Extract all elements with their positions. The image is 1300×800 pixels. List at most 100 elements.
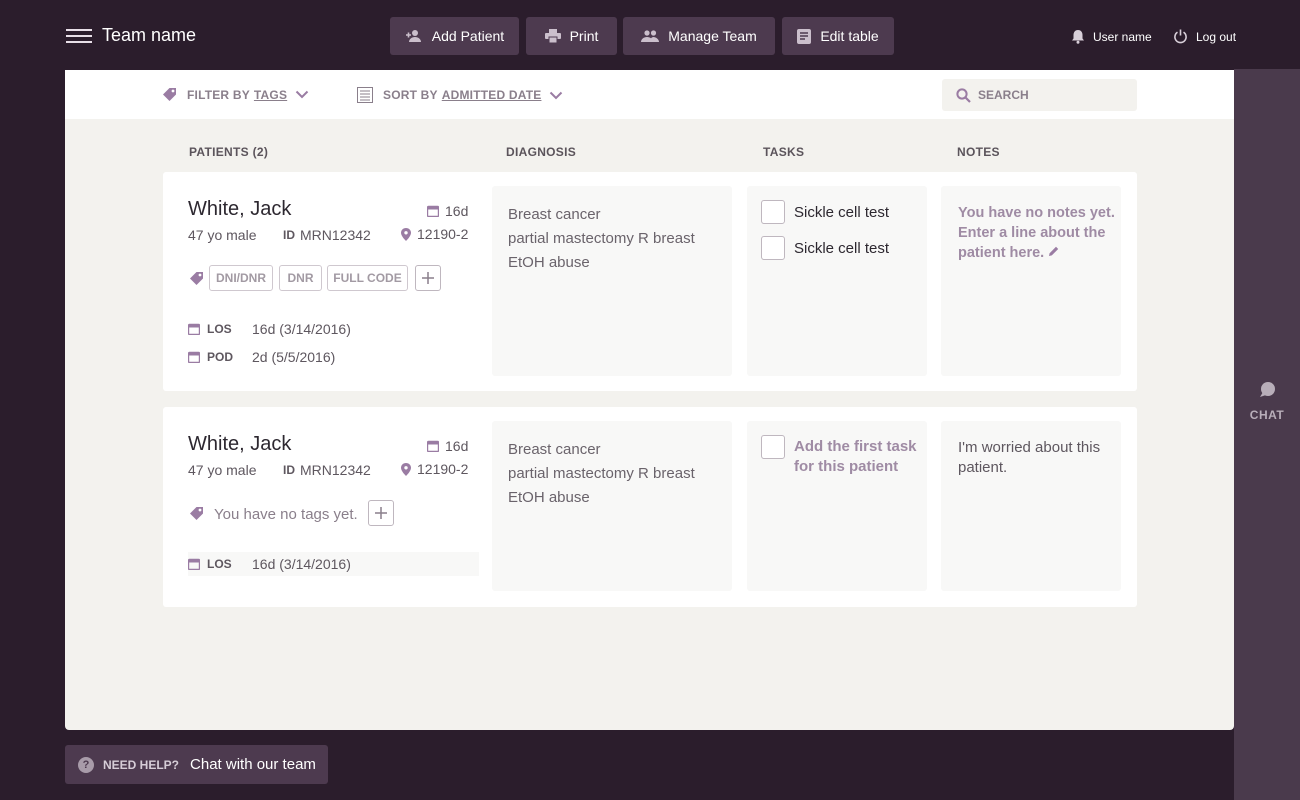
chevron-down-icon — [295, 90, 309, 99]
notes-box[interactable]: You have no notes yet. Enter a line abou… — [941, 186, 1121, 376]
help-button[interactable]: ? NEED HELP? Chat with our team — [65, 745, 328, 784]
patient-name[interactable]: White, Jack — [188, 433, 291, 456]
plus-icon — [375, 507, 387, 519]
los-value: 16d (3/14/2016) — [252, 556, 351, 572]
pod-label: POD — [207, 350, 234, 364]
top-bar: Team name Add Patient Print Manage Team … — [0, 0, 1300, 70]
team-icon — [641, 30, 660, 42]
chat-button[interactable]: CHAT — [1234, 381, 1300, 422]
tag-icon — [190, 507, 203, 520]
chat-label: CHAT — [1249, 408, 1285, 422]
chat-sidebar: CHAT — [1234, 69, 1300, 800]
no-tags-text: You have no tags yet. — [214, 506, 358, 523]
column-header-notes: NOTES — [957, 145, 1000, 159]
add-person-icon — [405, 30, 421, 42]
chevron-down-icon — [550, 91, 563, 99]
add-patient-button[interactable]: Add Patient — [390, 17, 519, 55]
patient-card[interactable]: White, Jack 16d 47 yo male ID MRN12342 1… — [163, 172, 1137, 391]
diagnosis-line: EtOH abuse — [508, 254, 590, 271]
filter-by-tags[interactable]: FILTER BY TAGS — [162, 87, 309, 102]
document-icon — [797, 28, 812, 44]
column-header-tasks: TASKS — [763, 145, 805, 159]
edit-table-button[interactable]: Edit table — [782, 17, 894, 55]
sort-value: ADMITTED DATE — [441, 88, 542, 102]
diagnosis-line: partial mastectomy R breast — [508, 230, 695, 247]
task-checkbox[interactable] — [761, 435, 785, 459]
diagnosis-line: partial mastectomy R breast — [508, 465, 695, 482]
mrn-value: MRN12342 — [300, 227, 371, 243]
tag-dni-dnr[interactable]: DNI/DNR — [209, 265, 273, 291]
los-row: LOS 16d (3/14/2016) — [188, 552, 479, 576]
edit-table-label: Edit table — [820, 28, 879, 44]
calendar-icon — [427, 440, 439, 452]
notes-placeholder-text: You have no notes yet. Enter a line abou… — [958, 205, 1115, 261]
days-admitted: 16d — [427, 203, 468, 219]
menu-icon[interactable] — [66, 29, 92, 43]
print-label: Print — [569, 28, 599, 44]
user-menu[interactable]: User name — [1071, 29, 1152, 44]
filter-bar: FILTER BY TAGS SORT BY ADMITTED DATE — [65, 70, 1234, 119]
search-box[interactable] — [942, 79, 1137, 111]
tag-full-code[interactable]: FULL CODE — [327, 265, 408, 291]
diagnosis-line: EtOH abuse — [508, 489, 590, 506]
main-panel: FILTER BY TAGS SORT BY ADMITTED DATE PAT… — [65, 70, 1234, 730]
user-name: User name — [1093, 29, 1152, 44]
calendar-icon — [188, 351, 200, 363]
filter-value: TAGS — [253, 87, 288, 102]
patient-card[interactable]: White, Jack 16d 47 yo male ID MRN12342 1… — [163, 407, 1137, 607]
manage-team-button[interactable]: Manage Team — [623, 17, 775, 55]
bell-icon — [1072, 30, 1084, 44]
tasks-box: Sickle cell test Sickle cell test — [747, 186, 927, 376]
task-item[interactable]: Sickle cell test — [761, 200, 889, 224]
diagnosis-box[interactable]: Breast cancer partial mastectomy R breas… — [492, 186, 732, 376]
search-input[interactable] — [978, 88, 1128, 102]
pencil-icon — [1049, 246, 1059, 256]
notes-placeholder: You have no notes yet. Enter a line abou… — [958, 203, 1118, 263]
list-icon — [357, 87, 373, 103]
diagnosis-line: Breast cancer — [508, 441, 601, 458]
add-task-placeholder: Add the first task for this patient — [794, 438, 917, 475]
task-item[interactable]: Sickle cell test — [761, 236, 889, 260]
room-value: 12190-2 — [417, 461, 469, 477]
column-header-diagnosis: DIAGNOSIS — [506, 145, 577, 159]
task-checkbox[interactable] — [761, 200, 785, 224]
sort-label: SORT BY — [383, 88, 438, 102]
calendar-icon — [427, 205, 439, 217]
age-sex: 47 yo male — [188, 227, 257, 243]
task-label: Sickle cell test — [794, 239, 890, 257]
notes-box[interactable]: I'm worried about this patient. — [941, 421, 1121, 591]
calendar-icon — [188, 558, 200, 570]
diagnosis-box[interactable]: Breast cancer partial mastectomy R breas… — [492, 421, 732, 591]
add-patient-label: Add Patient — [431, 28, 505, 44]
logout-button[interactable]: Log out — [1173, 29, 1236, 44]
printer-icon — [544, 29, 561, 43]
days-value: 16d — [445, 438, 469, 454]
tasks-box: Add the first task for this patient — [747, 421, 927, 591]
sort-by-date[interactable]: SORT BY ADMITTED DATE — [357, 87, 563, 103]
room-number: 12190-2 — [401, 461, 468, 477]
chat-with-team-link[interactable]: Chat with our team — [190, 756, 316, 773]
print-button[interactable]: Print — [526, 17, 617, 55]
power-icon — [1174, 29, 1187, 44]
days-value: 16d — [445, 203, 469, 219]
add-tag-button[interactable] — [415, 265, 441, 291]
question-icon: ? — [78, 756, 94, 773]
days-admitted: 16d — [427, 438, 468, 454]
filter-label: FILTER BY — [187, 87, 250, 102]
id-label: ID — [283, 463, 295, 477]
task-label: Sickle cell test — [794, 203, 890, 221]
chat-bubble-icon — [1260, 382, 1275, 397]
patient-id: ID MRN12342 — [283, 227, 371, 243]
add-task-row[interactable]: Add the first task for this patient — [761, 435, 919, 477]
column-header-patients: PATIENTS (2) — [189, 145, 269, 159]
patient-name[interactable]: White, Jack — [188, 198, 291, 221]
need-help-label: NEED HELP? — [103, 757, 180, 772]
patient-id: ID MRN12342 — [283, 462, 371, 478]
notes-text: I'm worried about this patient. — [958, 439, 1101, 476]
los-value: 16d (3/14/2016) — [252, 321, 351, 337]
location-pin-icon — [401, 227, 411, 241]
add-tag-button[interactable] — [368, 500, 394, 526]
task-checkbox[interactable] — [761, 236, 785, 260]
los-row: LOS 16d (3/14/2016) — [188, 317, 351, 341]
tag-dnr[interactable]: DNR — [279, 265, 322, 291]
